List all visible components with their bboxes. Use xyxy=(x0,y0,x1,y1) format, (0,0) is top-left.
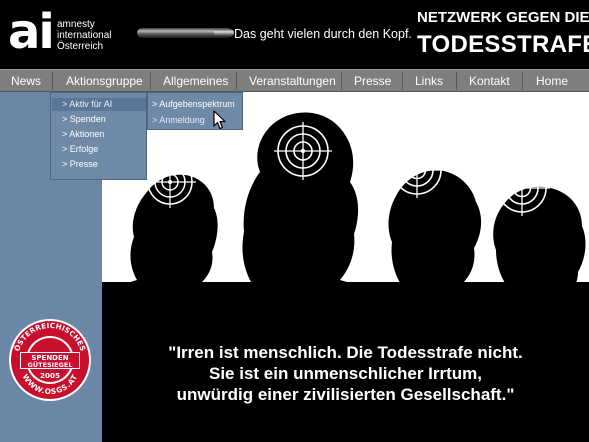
dropdown-item-presse[interactable]: > Presse xyxy=(62,159,98,169)
crosshair-target-icon xyxy=(494,160,550,216)
amnesty-logo[interactable]: ai xyxy=(8,4,55,60)
quote-line-1: "Irren ist menschlich. Die Todesstrafe n… xyxy=(168,343,523,362)
nav-divider xyxy=(150,72,151,90)
logo-line-2: international xyxy=(57,30,112,41)
tagline: Das geht vielen durch den Kopf. xyxy=(234,27,412,41)
dropdown-item-aktionen[interactable]: > Aktionen xyxy=(62,129,104,139)
nav-item-links[interactable]: Links xyxy=(415,74,443,88)
hero-image: "Irren ist menschlich. Die Todesstrafe n… xyxy=(102,92,589,442)
seal-ribbon-line2: GÜTESIEGEL xyxy=(28,360,73,369)
spenden-guetesiegel-seal[interactable]: ÖSTERREICHISCHES WWW.OSGS.AT SPENDEN GÜT… xyxy=(8,318,92,402)
crosshair-target-icon xyxy=(144,156,196,208)
hero-quote: "Irren ist menschlich. Die Todesstrafe n… xyxy=(102,342,589,405)
aktiv-submenu: > Aufgebenspektrum > Anmeldung xyxy=(147,92,243,130)
submenu-item-anmeldung[interactable]: > Anmeldung xyxy=(152,115,205,125)
crosshair-target-icon xyxy=(274,122,332,180)
site-header: ai amnesty international Österreich Das … xyxy=(0,0,589,68)
nav-item-kontakt[interactable]: Kontakt xyxy=(469,74,510,88)
logo-line-3: Österreich xyxy=(57,41,104,52)
nav-item-news[interactable]: News xyxy=(11,74,41,88)
nav-item-veranstaltungen[interactable]: Veranstaltungen xyxy=(249,74,336,88)
quote-line-2: Sie ist ein unmenschlicher Irrtum, xyxy=(208,364,483,383)
logo-line-1: amnesty xyxy=(57,19,95,30)
nav-divider xyxy=(402,72,403,90)
dropdown-item-spenden[interactable]: > Spenden xyxy=(62,114,106,124)
crosshair-target-icon xyxy=(389,142,445,198)
logo-wordmark: amnesty international Österreich xyxy=(57,19,111,52)
main-nav: News Aktionsgruppe Allgemeines Veranstal… xyxy=(0,69,589,92)
network-title-line2: TODESSTRAFE xyxy=(417,31,589,58)
nav-divider xyxy=(341,72,342,90)
seal-year: 2005 xyxy=(40,371,60,380)
mouse-pointer-icon xyxy=(213,110,226,130)
nav-item-allgemeines[interactable]: Allgemeines xyxy=(163,74,228,88)
dropdown-item-aktiv[interactable]: > Aktiv für AI xyxy=(62,99,112,109)
nav-item-presse[interactable]: Presse xyxy=(354,74,391,88)
nav-divider xyxy=(52,72,53,90)
nav-divider xyxy=(456,72,457,90)
nav-divider xyxy=(522,72,523,90)
aktionsgruppe-dropdown: > Aktiv für AI > Spenden > Aktionen > Er… xyxy=(50,92,147,180)
nav-divider xyxy=(236,72,237,90)
nav-item-home[interactable]: Home xyxy=(536,74,568,88)
network-title-line1: NETZWERK GEGEN DIE xyxy=(417,9,589,26)
bullet-icon xyxy=(137,28,234,38)
quote-line-3: unwürdig einer zivilisierten Gesellschaf… xyxy=(176,385,515,404)
nav-item-aktionsgruppe[interactable]: Aktionsgruppe xyxy=(66,74,143,88)
submenu-item-aufgebenspektrum[interactable]: > Aufgebenspektrum xyxy=(152,99,235,109)
dropdown-item-erfolge[interactable]: > Erfolge xyxy=(62,144,98,154)
